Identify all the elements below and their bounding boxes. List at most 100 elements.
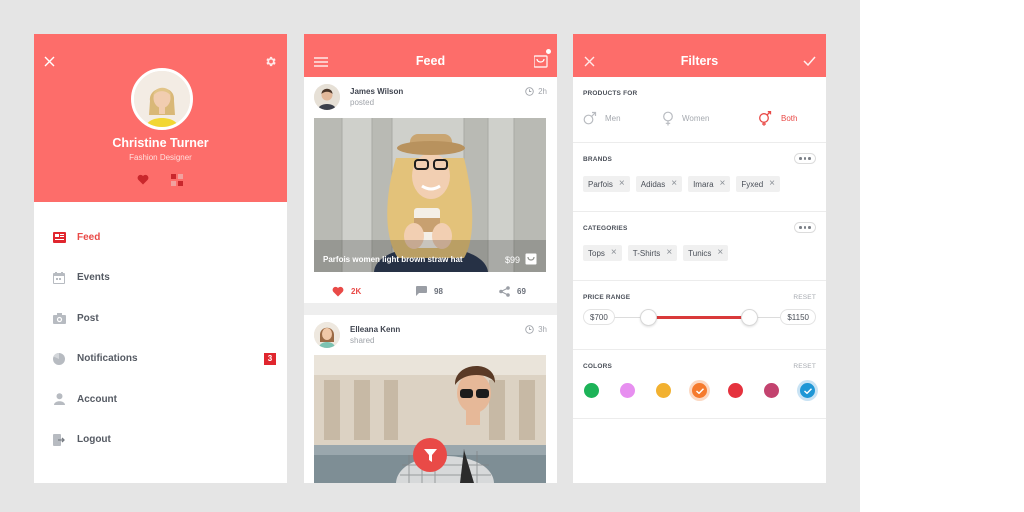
categories-more-button[interactable] xyxy=(794,222,816,233)
gender-option-label: Men xyxy=(605,113,621,123)
category-chip[interactable]: T-Shirts × xyxy=(627,245,678,261)
share-button[interactable]: 69 xyxy=(499,279,526,303)
gender-option-label: Women xyxy=(682,114,710,123)
brands-section: BRANDS Parfois × Adidas × Imara × Fyxed × xyxy=(573,143,826,212)
chip-label: Adidas xyxy=(640,179,666,189)
post-time: 2h xyxy=(525,87,547,96)
notification-icon xyxy=(52,352,66,366)
color-swatch-red[interactable] xyxy=(728,383,743,398)
brand-chip[interactable]: Adidas × xyxy=(635,176,683,192)
brand-chip[interactable]: Fyxed × xyxy=(736,176,780,192)
post-time: 3h xyxy=(525,325,547,334)
post-photo[interactable]: Parfois women light brown straw hat $99 xyxy=(314,118,546,272)
brands-more-button[interactable] xyxy=(794,153,816,164)
feed-icon xyxy=(52,230,66,244)
shares-count: 69 xyxy=(517,286,526,296)
menu-item-label: Feed xyxy=(77,231,101,243)
remove-chip-icon[interactable]: × xyxy=(666,248,672,258)
shopping-bag-icon[interactable] xyxy=(534,54,548,68)
checkmark-icon[interactable] xyxy=(803,56,816,66)
post-author-name[interactable]: Elleana Kenn xyxy=(350,325,400,334)
profile-avatar[interactable] xyxy=(131,68,193,130)
color-swatch-blue[interactable] xyxy=(800,383,815,398)
remove-chip-icon[interactable]: × xyxy=(611,248,617,258)
post-author-avatar[interactable] xyxy=(314,322,340,348)
price-max-handle[interactable] xyxy=(741,309,758,326)
menu-item-events[interactable]: Events xyxy=(34,258,287,298)
color-swatch-orange[interactable] xyxy=(692,383,707,398)
close-icon[interactable] xyxy=(44,56,55,67)
post-action-text: posted xyxy=(350,98,375,107)
section-title: PRICE RANGE xyxy=(583,294,631,301)
comment-button[interactable]: 98 xyxy=(416,279,443,303)
app-showcase-background: Christine Turner Fashion Designer Feed E… xyxy=(0,0,860,512)
section-title: PRODUCTS FOR xyxy=(583,90,638,97)
colors-reset-button[interactable]: RESET xyxy=(793,363,816,370)
remove-chip-icon[interactable]: × xyxy=(671,179,677,189)
calendar-icon xyxy=(52,271,66,285)
price-reset-button[interactable]: RESET xyxy=(793,294,816,301)
gender-option-both[interactable]: Both xyxy=(758,111,797,126)
profile-menu-screen: Christine Turner Fashion Designer Feed E… xyxy=(34,34,287,483)
feed-post-card: James Wilson posted 2h Parfois women lig… xyxy=(304,77,557,303)
color-swatch-magenta[interactable] xyxy=(764,383,779,398)
page-title: Filters xyxy=(680,54,719,68)
menu-item-post[interactable]: Post xyxy=(34,298,287,338)
category-chips: Tops × T-Shirts × Tunics × xyxy=(583,245,729,261)
chip-label: Tops xyxy=(588,248,605,258)
color-swatch-pink[interactable] xyxy=(620,383,635,398)
remove-chip-icon[interactable]: × xyxy=(769,179,775,189)
heart-icon[interactable] xyxy=(137,174,149,185)
like-button[interactable]: 2K xyxy=(332,279,361,303)
price-min-handle[interactable] xyxy=(640,309,657,326)
category-chip[interactable]: Tunics × xyxy=(683,245,729,261)
menu-item-notifications[interactable]: Notifications 3 xyxy=(34,339,287,379)
share-icon xyxy=(499,285,510,297)
feed-top-bar: Feed xyxy=(304,34,557,77)
remove-chip-icon[interactable]: × xyxy=(619,179,625,189)
price-min-value: $700 xyxy=(583,309,615,325)
gender-option-women[interactable]: Women xyxy=(662,111,709,126)
color-swatch-green[interactable] xyxy=(584,383,599,398)
chip-label: Parfois xyxy=(588,179,613,189)
filter-fab-button[interactable] xyxy=(413,438,447,472)
post-time-label: 2h xyxy=(538,87,547,96)
gender-option-men[interactable]: Men xyxy=(583,111,621,125)
grid-icon[interactable] xyxy=(171,174,183,186)
heart-icon xyxy=(332,286,344,297)
post-action-text: shared xyxy=(350,336,375,345)
user-icon xyxy=(52,392,66,406)
menu-item-feed[interactable]: Feed xyxy=(34,217,287,257)
feed-screen: Feed James Wilson posted 2h Parfois wome… xyxy=(304,34,557,483)
menu-item-label: Post xyxy=(77,312,99,324)
post-time-label: 3h xyxy=(538,325,547,334)
menu-item-logout[interactable]: Logout xyxy=(34,420,287,460)
brand-chip[interactable]: Parfois × xyxy=(583,176,630,192)
filters-top-bar: Filters xyxy=(573,34,826,77)
profile-header: Christine Turner Fashion Designer xyxy=(34,34,287,202)
remove-chip-icon[interactable]: × xyxy=(717,248,723,258)
post-author-avatar[interactable] xyxy=(314,84,340,110)
color-swatch-yellow[interactable] xyxy=(656,383,671,398)
post-author-name[interactable]: James Wilson xyxy=(350,87,403,96)
clock-icon xyxy=(525,87,534,96)
clock-icon xyxy=(525,325,534,334)
post-actions: 2K 98 69 xyxy=(304,279,557,303)
brand-chip[interactable]: Imara × xyxy=(688,176,731,192)
likes-count: 2K xyxy=(351,286,362,296)
chip-label: Fyxed xyxy=(741,179,764,189)
brand-chips: Parfois × Adidas × Imara × Fyxed × xyxy=(583,176,780,192)
colors-section: COLORS RESET xyxy=(573,350,826,419)
menu-item-account[interactable]: Account xyxy=(34,379,287,419)
settings-gear-icon[interactable] xyxy=(264,55,277,68)
remove-chip-icon[interactable]: × xyxy=(720,179,726,189)
section-title: COLORS xyxy=(583,363,613,370)
comments-count: 98 xyxy=(434,286,443,296)
menu-item-label: Logout xyxy=(77,434,111,445)
shopping-bag-icon[interactable] xyxy=(525,253,537,265)
chip-label: Imara xyxy=(693,179,714,189)
category-chip[interactable]: Tops × xyxy=(583,245,622,261)
filters-screen: Filters PRODUCTS FOR Men Women Both BRAN xyxy=(573,34,826,483)
price-max-value: $1150 xyxy=(780,309,816,325)
female-symbol-icon xyxy=(662,111,674,126)
